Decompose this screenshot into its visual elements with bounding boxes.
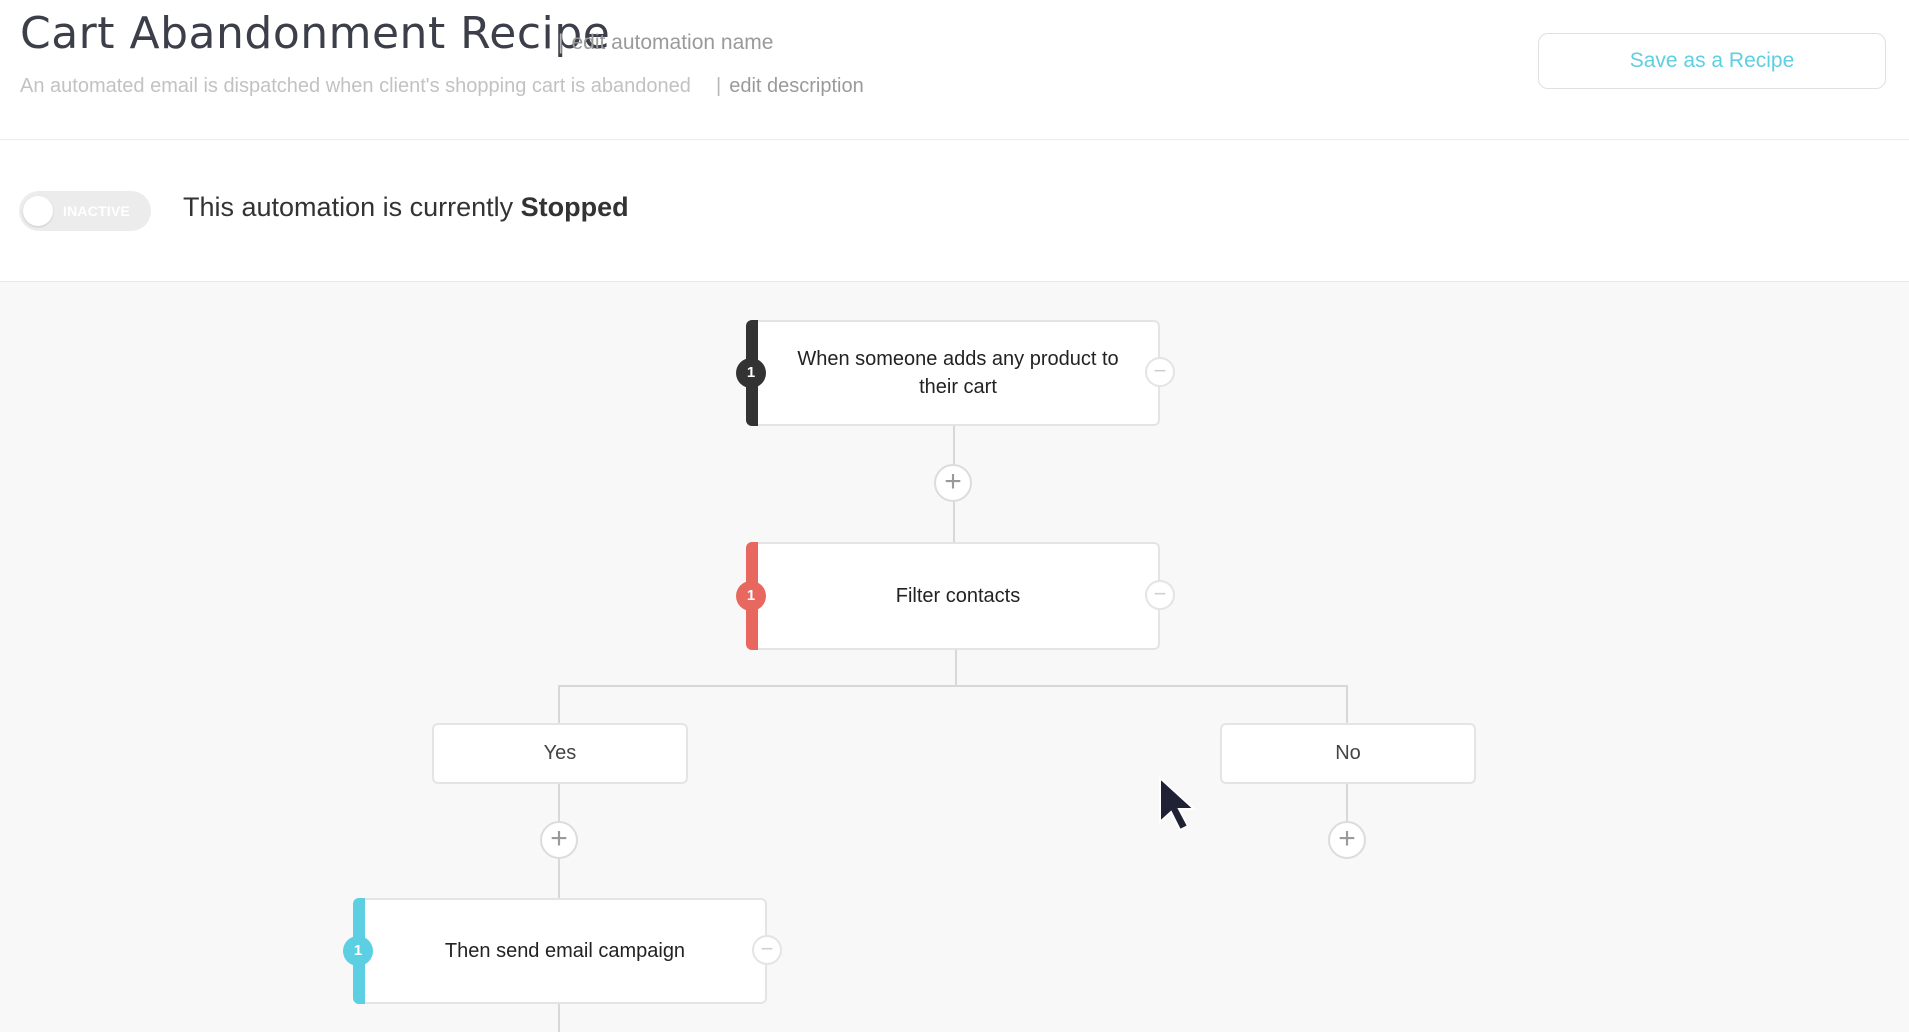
separator: | — [558, 31, 564, 54]
automation-description: An automated email is dispatched when cl… — [20, 75, 691, 97]
status-state: Stopped — [520, 192, 629, 222]
remove-step-icon[interactable]: − — [1145, 580, 1175, 610]
connector — [955, 648, 957, 686]
toggle-knob[interactable] — [23, 196, 53, 226]
toggle-label: INACTIVE — [63, 203, 130, 219]
filter-label: Filter contacts — [895, 585, 1021, 607]
connector — [558, 1002, 560, 1032]
status-message: This automation is currently Stopped — [183, 192, 629, 223]
add-step-button[interactable]: + — [934, 464, 972, 502]
branch-yes[interactable]: Yes — [432, 723, 688, 784]
filter-node[interactable]: 1 Filter contacts − — [736, 542, 1175, 650]
edit-description-link[interactable]: | edit description — [716, 75, 864, 98]
connector — [1346, 685, 1348, 725]
connector — [558, 685, 560, 725]
connector — [558, 685, 1348, 687]
edit-automation-name-label[interactable]: edit automation name — [571, 31, 773, 54]
branch-no[interactable]: No — [1220, 723, 1476, 784]
connector — [1346, 782, 1348, 822]
workflow-canvas: 1 When someone adds any product to their… — [0, 282, 1909, 1032]
step-number-badge: 1 — [736, 581, 766, 611]
automation-header: Cart Abandonment Recipe | edit automation… — [0, 0, 1909, 140]
edit-description-label[interactable]: edit description — [729, 75, 864, 97]
step-number-badge: 1 — [736, 358, 766, 388]
add-step-no-button[interactable]: + — [1328, 821, 1366, 859]
remove-step-icon[interactable]: − — [752, 935, 782, 965]
step-number-badge: 1 — [343, 936, 373, 966]
trigger-node[interactable]: 1 When someone adds any product to their… — [736, 320, 1175, 426]
send-email-label: Then send email campaign — [444, 940, 686, 962]
page-title: Cart Abandonment Recipe — [20, 8, 611, 59]
edit-automation-name-link[interactable]: | edit automation name — [558, 31, 773, 55]
mouse-cursor-icon — [1159, 776, 1197, 832]
separator: | — [716, 75, 722, 97]
active-toggle[interactable]: INACTIVE — [19, 191, 151, 231]
add-step-yes-button[interactable]: + — [540, 821, 578, 859]
send-email-node[interactable]: 1 Then send email campaign − — [343, 898, 782, 1004]
save-as-recipe-button[interactable]: Save as a Recipe — [1538, 33, 1886, 89]
remove-step-icon[interactable]: − — [1145, 357, 1175, 387]
automation-status-bar: INACTIVE This automation is currently St… — [0, 140, 1909, 282]
trigger-label: When someone adds any product to their c… — [797, 348, 1119, 398]
status-prefix: This automation is currently — [183, 192, 514, 222]
